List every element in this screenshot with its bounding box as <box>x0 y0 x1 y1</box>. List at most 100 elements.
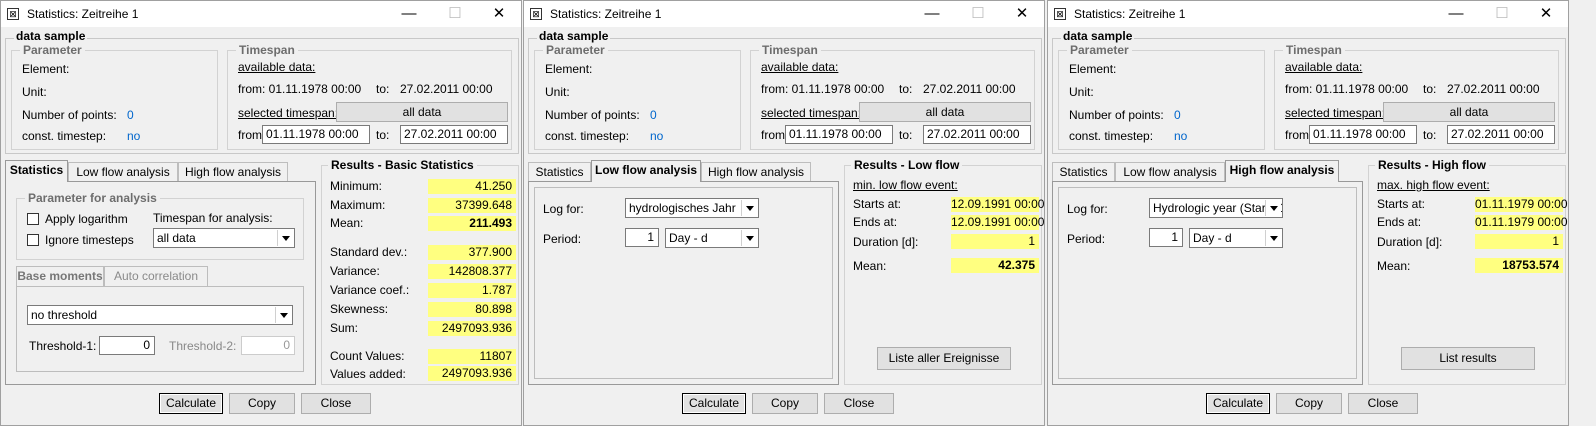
maximum-value: 37399.648 <box>428 198 516 213</box>
available-data-label: available data: <box>238 60 316 74</box>
chevron-down-icon <box>1265 200 1281 216</box>
available-from: from: 01.11.1978 00:00 <box>238 82 362 96</box>
from-input[interactable]: 01.11.1978 00:00 <box>262 125 370 144</box>
copy-button[interactable]: Copy <box>1276 393 1342 414</box>
close-button[interactable]: Close <box>824 393 894 414</box>
window-title: Statistics: Zeitreihe 1 <box>27 7 139 21</box>
timestep-value: no <box>1174 129 1188 143</box>
all-data-button[interactable]: all data <box>1383 102 1555 122</box>
timespan-analysis-select[interactable]: all data <box>153 228 295 248</box>
minimize-icon[interactable]: — <box>914 3 950 25</box>
to-input[interactable]: 27.02.2011 00:00 <box>1447 125 1555 144</box>
duration-value: 1 <box>951 234 1039 249</box>
maximize-icon[interactable]: ☐ <box>1484 3 1520 25</box>
close-button[interactable]: Close <box>1348 393 1418 414</box>
minimize-icon[interactable]: — <box>1438 3 1474 25</box>
timespan-group: Timespan available data: from: 01.11.197… <box>1274 43 1559 150</box>
tab-low-flow[interactable]: Low flow analysis <box>591 160 701 182</box>
variance-coef-label: Variance coef.: <box>330 283 410 297</box>
calculate-button[interactable]: Calculate <box>682 393 746 414</box>
copy-button[interactable]: Copy <box>229 393 295 414</box>
timespan-analysis-label: Timespan for analysis: <box>153 211 273 225</box>
title-bar[interactable]: ⊠ Statistics: Zeitreihe 1 — ☐ ✕ <box>1 1 521 27</box>
threshold-select[interactable]: no threshold <box>27 305 293 325</box>
period-input[interactable]: 1 <box>625 228 659 247</box>
minimum-label: Minimum: <box>330 179 383 193</box>
apply-logarithm-checkbox[interactable] <box>27 213 39 225</box>
close-icon[interactable]: ✕ <box>1528 3 1564 25</box>
parameter-legend: Parameter <box>1067 43 1132 57</box>
ends-value: 12.09.1991 00:00 <box>951 215 1045 230</box>
calculate-button[interactable]: Calculate <box>1206 393 1270 414</box>
title-bar[interactable]: ⊠ Statistics: Zeitreihe 1 — ☐ ✕ <box>1048 1 1568 27</box>
calculate-button[interactable]: Calculate <box>159 393 223 414</box>
analysis-tabs: Statistics Low flow analysis High flow a… <box>5 160 325 182</box>
tab-high-flow[interactable]: High flow analysis <box>1225 160 1339 182</box>
log-for-select[interactable]: Hydrologic year (Start 01 <box>1149 198 1283 218</box>
period-unit-select[interactable]: Day - d <box>1189 228 1283 248</box>
skewness-label: Skewness: <box>330 302 389 316</box>
available-to: 27.02.2011 00:00 <box>1447 82 1540 96</box>
tab-low-flow[interactable]: Low flow analysis <box>1115 162 1225 182</box>
parameter-legend: Parameter <box>20 43 85 57</box>
log-for-value: hydrologisches Jahr <box>629 201 736 215</box>
title-bar[interactable]: ⊠ Statistics: Zeitreihe 1 — ☐ ✕ <box>524 1 1044 27</box>
low-flow-inner-panel: Log for: hydrologisches Jahr Period: 1 D… <box>534 187 833 379</box>
data-sample-label: data sample <box>537 29 611 43</box>
app-icon: ⊠ <box>7 8 19 20</box>
parameter-group: Parameter Element: Unit: Number of point… <box>11 43 218 150</box>
subtab-auto-correlation[interactable]: Auto correlation <box>104 266 208 286</box>
points-label: Number of points: <box>1069 108 1164 122</box>
close-button[interactable]: Close <box>301 393 371 414</box>
close-icon[interactable]: ✕ <box>481 3 517 25</box>
maximize-icon[interactable]: ☐ <box>960 3 996 25</box>
list-events-button[interactable]: Liste aller Ereignisse <box>877 347 1011 370</box>
all-data-button[interactable]: all data <box>336 102 508 122</box>
to-input[interactable]: 27.02.2011 00:00 <box>923 125 1031 144</box>
ends-value: 01.11.1979 00:00 <box>1475 215 1568 230</box>
analysis-tabs: Statistics Low flow analysis High flow a… <box>1052 160 1372 182</box>
threshold1-input[interactable]: 0 <box>99 336 155 355</box>
close-icon[interactable]: ✕ <box>1004 3 1040 25</box>
minimize-icon[interactable]: — <box>391 3 427 25</box>
timespan-legend: Timespan <box>759 43 821 57</box>
available-data-label: available data: <box>761 60 839 74</box>
log-for-select[interactable]: hydrologisches Jahr <box>625 198 759 218</box>
tab-low-flow[interactable]: Low flow analysis <box>68 162 178 182</box>
timespan-group: Timespan available data: from: 01.11.197… <box>227 43 512 150</box>
unit-label: Unit: <box>1069 85 1094 99</box>
copy-button[interactable]: Copy <box>752 393 818 414</box>
period-input[interactable]: 1 <box>1149 228 1183 247</box>
results-group: Results - High flow max. high flow event… <box>1368 158 1568 385</box>
mean-value: 18753.574 <box>1475 258 1563 273</box>
to-input[interactable]: 27.02.2011 00:00 <box>400 125 508 144</box>
period-unit-value: Day - d <box>669 231 708 245</box>
to-label: to: <box>376 128 390 142</box>
period-unit-select[interactable]: Day - d <box>665 228 759 248</box>
tab-high-flow[interactable]: High flow analysis <box>701 162 811 182</box>
all-data-button[interactable]: all data <box>859 102 1031 122</box>
timestep-label: const. timestep: <box>22 129 107 143</box>
parameter-legend: Parameter <box>543 43 608 57</box>
maximize-icon[interactable]: ☐ <box>437 3 473 25</box>
from-input[interactable]: 01.11.1978 00:00 <box>1309 125 1417 144</box>
parameter-group: Parameter Element: Unit: Number of point… <box>534 43 741 150</box>
tab-high-flow[interactable]: High flow analysis <box>178 162 288 182</box>
tab-statistics[interactable]: Statistics <box>528 162 591 182</box>
subtab-base-moments[interactable]: Base moments <box>16 266 104 286</box>
low-flow-panel: Log for: hydrologisches Jahr Period: 1 D… <box>528 181 839 385</box>
ignore-timesteps-checkbox[interactable] <box>27 234 39 246</box>
event-label: max. high flow event: <box>1377 178 1490 192</box>
from-input[interactable]: 01.11.1978 00:00 <box>785 125 893 144</box>
base-moments-panel: no threshold Threshold-1: 0 Threshold-2:… <box>16 286 304 372</box>
list-results-button[interactable]: List results <box>1401 347 1535 370</box>
log-for-value: Hydrologic year (Start 01 <box>1153 201 1283 215</box>
available-to-label: to: <box>899 82 913 96</box>
window-title: Statistics: Zeitreihe 1 <box>550 7 662 21</box>
tab-statistics[interactable]: Statistics <box>1052 162 1115 182</box>
threshold2-input[interactable]: 0 <box>241 336 295 355</box>
tab-statistics[interactable]: Statistics <box>5 160 68 182</box>
log-for-label: Log for: <box>543 202 584 216</box>
stddev-label: Standard dev.: <box>330 245 408 259</box>
window-title: Statistics: Zeitreihe 1 <box>1074 7 1186 21</box>
